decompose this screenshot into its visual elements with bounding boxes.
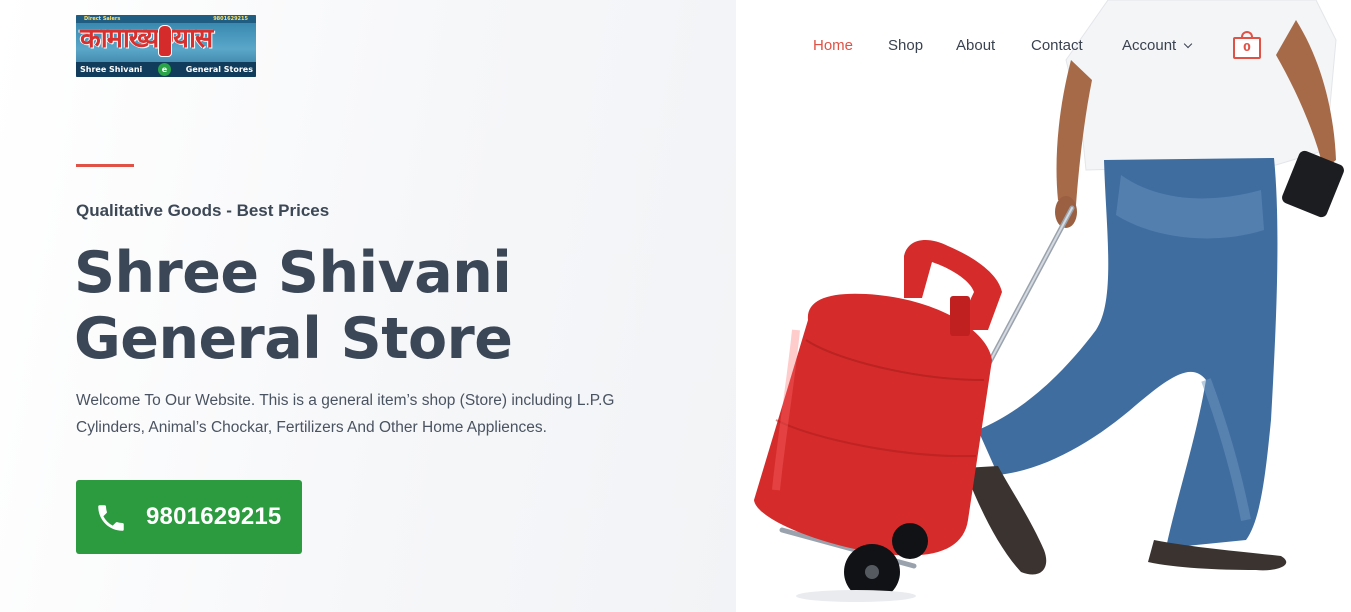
logo-badge-icon: e — [158, 63, 171, 76]
hero-image-cylinder-trolley — [754, 0, 1344, 602]
call-button[interactable]: 9801629215 — [76, 480, 302, 554]
phone-icon — [98, 505, 124, 531]
logo-top-right-text: 9801629215 — [213, 16, 248, 22]
hero-title-line-2: General Store — [74, 306, 513, 372]
accent-divider — [76, 164, 134, 167]
nav-account[interactable]: Account — [1122, 36, 1193, 56]
hero-title: Shree Shivani General Store — [74, 240, 694, 372]
main-nav: Home Shop About Contact Account — [0, 36, 1351, 56]
call-button-number: 9801629215 — [146, 503, 282, 530]
nav-shop[interactable]: Shop — [888, 36, 923, 56]
cart-button[interactable]: 0 — [1233, 31, 1261, 59]
hero-description: Welcome To Our Website. This is a genera… — [76, 392, 615, 436]
page: Direct Salers 9801629215 कामाख्य ग्यास S… — [0, 0, 1351, 612]
cart-count-badge: 0 — [1243, 41, 1251, 54]
logo-bottom-right-text: General Stores — [185, 65, 253, 74]
nav-contact[interactable]: Contact — [1031, 36, 1083, 56]
hero-tagline: Qualitative Goods - Best Prices — [76, 201, 330, 220]
logo-bottom-left-text: Shree Shivani — [80, 65, 143, 74]
chevron-down-icon — [1183, 39, 1193, 49]
nav-home[interactable]: Home — [813, 36, 853, 56]
hero-title-line-1: Shree Shivani — [74, 240, 512, 306]
nav-account-label: Account — [1122, 37, 1177, 54]
nav-about[interactable]: About — [956, 36, 995, 56]
